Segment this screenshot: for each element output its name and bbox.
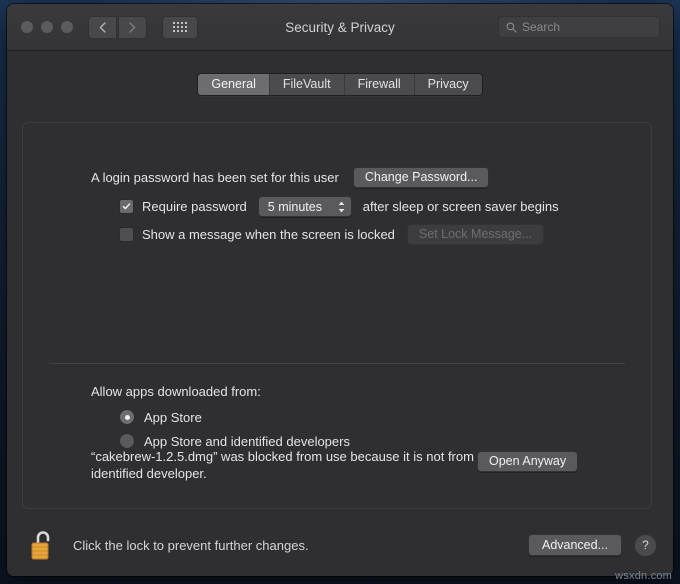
section-divider <box>49 363 625 364</box>
show-lock-message-checkbox[interactable] <box>119 227 134 242</box>
change-password-button[interactable]: Change Password... <box>352 167 490 188</box>
allow-apps-heading-row: Allow apps downloaded from: <box>91 384 261 399</box>
require-password-label: Require password <box>142 199 247 214</box>
lock-hint-text: Click the lock to prevent further change… <box>73 537 309 553</box>
tab-firewall[interactable]: Firewall <box>343 74 414 95</box>
tab-general[interactable]: General <box>198 74 269 95</box>
open-anyway-button[interactable]: Open Anyway <box>477 451 579 472</box>
tab-filevault[interactable]: FileVault <box>268 74 344 95</box>
chevron-left-icon <box>99 21 106 33</box>
window-body: General FileVault Firewall Privacy A log… <box>7 51 673 576</box>
blocked-app-message: “cakebrew-1.2.5.dmg” was blocked from us… <box>91 449 493 481</box>
footer-buttons: Advanced... ? <box>527 533 657 557</box>
traffic-lights <box>21 21 73 33</box>
show-lock-message-label: Show a message when the screen is locked <box>142 227 395 242</box>
minimize-button[interactable] <box>41 21 53 33</box>
chevron-right-icon <box>129 21 136 33</box>
window-titlebar: Security & Privacy Search <box>7 4 673 51</box>
advanced-button[interactable]: Advanced... <box>527 534 622 556</box>
search-input[interactable]: Search <box>498 16 660 38</box>
forward-button[interactable] <box>118 15 147 39</box>
back-button[interactable] <box>88 15 117 39</box>
radio-app-store[interactable] <box>119 409 135 425</box>
security-privacy-window: Security & Privacy Search General FileVa… <box>7 4 673 576</box>
search-icon <box>506 22 517 33</box>
navigation-buttons <box>88 15 147 39</box>
watermark: wsxdn.com <box>615 570 672 582</box>
require-password-checkbox[interactable] <box>119 199 134 214</box>
show-all-button[interactable] <box>162 15 198 39</box>
grid-icon <box>173 22 187 32</box>
allow-apps-heading: Allow apps downloaded from: <box>91 384 261 399</box>
radio-app-store-label: App Store <box>144 409 202 425</box>
allow-apps-option-app-store[interactable]: App Store <box>119 409 202 425</box>
set-lock-message-button[interactable]: Set Lock Message... <box>406 224 545 245</box>
tab-privacy[interactable]: Privacy <box>413 74 482 95</box>
checkmark-icon <box>122 203 131 210</box>
require-password-suffix-label: after sleep or screen saver begins <box>362 199 559 214</box>
require-password-row: Require password 5 minutes after sleep o… <box>119 196 559 217</box>
lock-message-row: Show a message when the screen is locked… <box>119 224 545 245</box>
radio-identified-developers-label: App Store and identified developers <box>144 433 350 449</box>
require-password-delay-select[interactable]: 5 minutes <box>257 196 352 217</box>
require-password-delay-value: 5 minutes <box>267 199 322 214</box>
chevron-updown-icon <box>337 200 346 214</box>
unlocked-padlock-icon[interactable] <box>29 528 57 562</box>
allow-apps-option-identified-developers[interactable]: App Store and identified developers <box>119 433 350 449</box>
login-password-row: A login password has been set for this u… <box>91 167 490 188</box>
window-footer: Click the lock to prevent further change… <box>7 514 673 576</box>
tab-bar: General FileVault Firewall Privacy <box>7 73 673 96</box>
zoom-button[interactable] <box>61 21 73 33</box>
radio-identified-developers[interactable] <box>119 433 135 449</box>
search-placeholder: Search <box>522 20 561 34</box>
general-settings-panel: A login password has been set for this u… <box>22 122 652 509</box>
login-password-status: A login password has been set for this u… <box>91 170 339 185</box>
close-button[interactable] <box>21 21 33 33</box>
help-button[interactable]: ? <box>634 533 657 557</box>
